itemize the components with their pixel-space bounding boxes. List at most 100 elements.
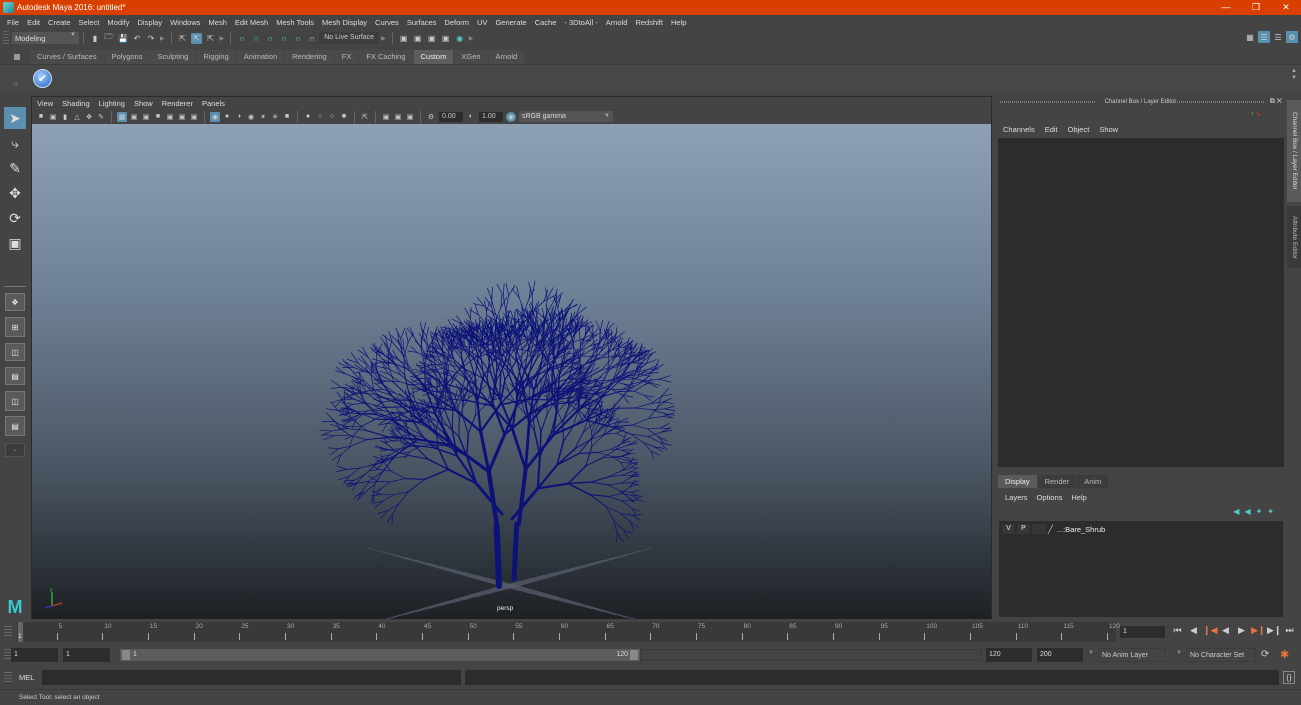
exposure-icon[interactable]: ⚙ <box>426 112 436 122</box>
menu-edit-mesh[interactable]: Edit Mesh <box>235 18 268 27</box>
shelf-tab-arnold[interactable]: Arnold <box>488 50 525 64</box>
script-editor-icon[interactable]: {} <box>1283 671 1295 684</box>
layer-tab-display[interactable]: Display <box>998 475 1037 488</box>
bookmarks-icon[interactable]: ▮ <box>60 112 70 122</box>
camera-attributes-icon[interactable]: ▣ <box>48 112 58 122</box>
make-live-icon[interactable]: ∩ <box>307 33 318 44</box>
chevron-down-icon[interactable]: ▼ <box>1176 650 1182 656</box>
channel-list[interactable] <box>998 138 1284 467</box>
select-object-icon[interactable]: ⇱ <box>191 32 203 44</box>
select-hierarchy-icon[interactable]: ⇱ <box>177 33 188 44</box>
channel-box-menu-object[interactable]: Object <box>1068 125 1090 134</box>
new-empty-layer-icon[interactable]: ✦ <box>1256 507 1263 516</box>
menu-set-dropdown[interactable]: Modeling ▼ <box>12 32 79 44</box>
screen-space-ao-icon[interactable]: ■ <box>282 112 292 122</box>
shelf-tab-custom[interactable]: Custom <box>413 50 454 64</box>
range-end-handle[interactable] <box>630 650 638 660</box>
gamma-icon[interactable]: ◐ <box>466 112 476 122</box>
tool-settings-toggle-icon[interactable]: ☰ <box>1272 31 1284 43</box>
save-scene-icon[interactable]: 💾 <box>118 33 129 44</box>
layer-color-swatch-icon[interactable]: ╱ <box>1048 525 1053 534</box>
menu-mesh-tools[interactable]: Mesh Tools <box>276 18 314 27</box>
layer-tab-anim[interactable]: Anim <box>1077 475 1109 488</box>
layer-visibility-toggle[interactable]: V <box>1002 524 1015 534</box>
character-set-dropdown[interactable]: No Character Set <box>1186 648 1256 662</box>
channel-box-menu-channels[interactable]: Channels <box>1003 125 1035 134</box>
shelf-menu-icon[interactable] <box>14 54 20 60</box>
shelf-tab-rendering[interactable]: Rendering <box>285 50 334 64</box>
viewport-menu-shading[interactable]: Shading <box>62 99 90 108</box>
side-tab-channel-box[interactable]: Channel Box / Layer Editor <box>1287 100 1301 202</box>
menu-generate[interactable]: Generate <box>495 18 526 27</box>
scale-tool-icon[interactable]: ▣ <box>4 232 26 254</box>
field-chart-icon[interactable]: ▣ <box>165 112 175 122</box>
snap-point-icon[interactable]: ∩ <box>265 33 276 44</box>
menu-uv[interactable]: UV <box>477 18 487 27</box>
menu-3dtoall[interactable]: - 3DtoAll - <box>564 18 597 27</box>
render-view-icon[interactable]: ▣ <box>440 33 451 44</box>
hypershade-icon[interactable]: ◉ <box>454 33 465 44</box>
gate-mask-icon[interactable]: ■ <box>153 112 163 122</box>
collapse-arrow-icon[interactable]: ▶ <box>160 35 165 42</box>
channel-box-menu-edit[interactable]: Edit <box>1045 125 1058 134</box>
film-gate-icon[interactable]: ▣ <box>129 112 139 122</box>
viewport-menu-renderer[interactable]: Renderer <box>162 99 193 108</box>
paint-select-tool-icon[interactable]: ✎ <box>4 157 26 179</box>
3d-viewport-canvas[interactable]: y persp <box>32 124 991 619</box>
step-back-frame-icon[interactable]: ◀​ <box>1187 625 1200 636</box>
menu-create[interactable]: Create <box>48 18 71 27</box>
snap-view-plane-icon[interactable]: ∩ <box>293 33 304 44</box>
xray-icon[interactable]: ⇱ <box>360 112 370 122</box>
shadows-icon[interactable]: ✳ <box>270 112 280 122</box>
menu-curves[interactable]: Curves <box>375 18 399 27</box>
resolution-gate-icon[interactable]: ▣ <box>141 112 151 122</box>
close-button[interactable]: ✕ <box>1271 0 1301 15</box>
channel-box-menu-show[interactable]: Show <box>1099 125 1118 134</box>
shelf-tab-fx[interactable]: FX <box>334 50 359 64</box>
time-slider-track[interactable]: 1 5 10 15 20 25 30 35 40 45 50 55 60 65 70 75 80 85 90 95 1… <box>17 622 1120 642</box>
menu-deform[interactable]: Deform <box>444 18 469 27</box>
viewport-menu-panels[interactable]: Panels <box>202 99 225 108</box>
rotate-tool-icon[interactable]: ⟳ <box>4 207 26 229</box>
shelf-tab-fx-caching[interactable]: FX Caching <box>359 50 413 64</box>
smooth-shade-icon[interactable]: ● <box>222 112 232 122</box>
minimize-button[interactable]: — <box>1211 0 1241 15</box>
motion-blur-icon[interactable]: ● <box>303 112 313 122</box>
live-surface-field[interactable]: No Live Surface <box>319 32 380 44</box>
shelf-tab-polygons[interactable]: Polygons <box>104 50 150 64</box>
snap-projected-center-icon[interactable]: ∩ <box>279 33 290 44</box>
layer-display-type-toggle[interactable] <box>1032 524 1046 534</box>
menu-windows[interactable]: Windows <box>170 18 200 27</box>
panel-grip[interactable] <box>1175 101 1265 103</box>
safe-action-icon[interactable]: ▣ <box>177 112 187 122</box>
menu-modify[interactable]: Modify <box>107 18 129 27</box>
layer-menu-options[interactable]: Options <box>1037 493 1063 502</box>
select-camera-icon[interactable]: ■ <box>36 112 46 122</box>
restore-button[interactable]: ❐ <box>1241 0 1271 15</box>
menu-redshift[interactable]: Redshift <box>635 18 663 27</box>
bare-shrub-mesh[interactable] <box>319 280 676 589</box>
move-layer-up-icon[interactable]: ◀ <box>1233 507 1239 516</box>
range-slider-bar[interactable]: 1 120 <box>120 649 640 661</box>
open-scene-icon[interactable]: 🗁 <box>104 32 115 44</box>
viewport-menu-show[interactable]: Show <box>134 99 153 108</box>
single-perspective-layout-icon[interactable]: ❖ <box>5 293 25 311</box>
go-to-start-icon[interactable]: ⏮ <box>1171 625 1184 636</box>
panel-grip[interactable] <box>4 626 12 638</box>
snap-curve-icon[interactable]: ∩ <box>251 33 262 44</box>
persp-hypershade-layout-icon[interactable]: ▤ <box>5 416 25 436</box>
collapse-arrow-icon[interactable]: ▶ <box>381 35 386 42</box>
safe-title-icon[interactable]: ▣ <box>189 112 199 122</box>
shelf-tab-rigging[interactable]: Rigging <box>196 50 236 64</box>
menu-surfaces[interactable]: Surfaces <box>407 18 437 27</box>
shelf-tab-curves-surfaces[interactable]: Curves / Surfaces <box>30 50 104 64</box>
menu-help[interactable]: Help <box>671 18 686 27</box>
chevron-down-icon[interactable]: ▼ <box>1088 650 1094 656</box>
mel-command-input[interactable] <box>42 670 461 685</box>
anim-layer-dropdown[interactable]: No Anim Layer <box>1098 648 1166 662</box>
render-settings-icon[interactable]: ▣ <box>398 33 409 44</box>
viewport-menu-lighting[interactable]: Lighting <box>99 99 125 108</box>
grease-pencil-icon[interactable]: ✎ <box>96 112 106 122</box>
menu-mesh[interactable]: Mesh <box>209 18 227 27</box>
anti-aliasing-icon[interactable]: ○ <box>315 112 325 122</box>
